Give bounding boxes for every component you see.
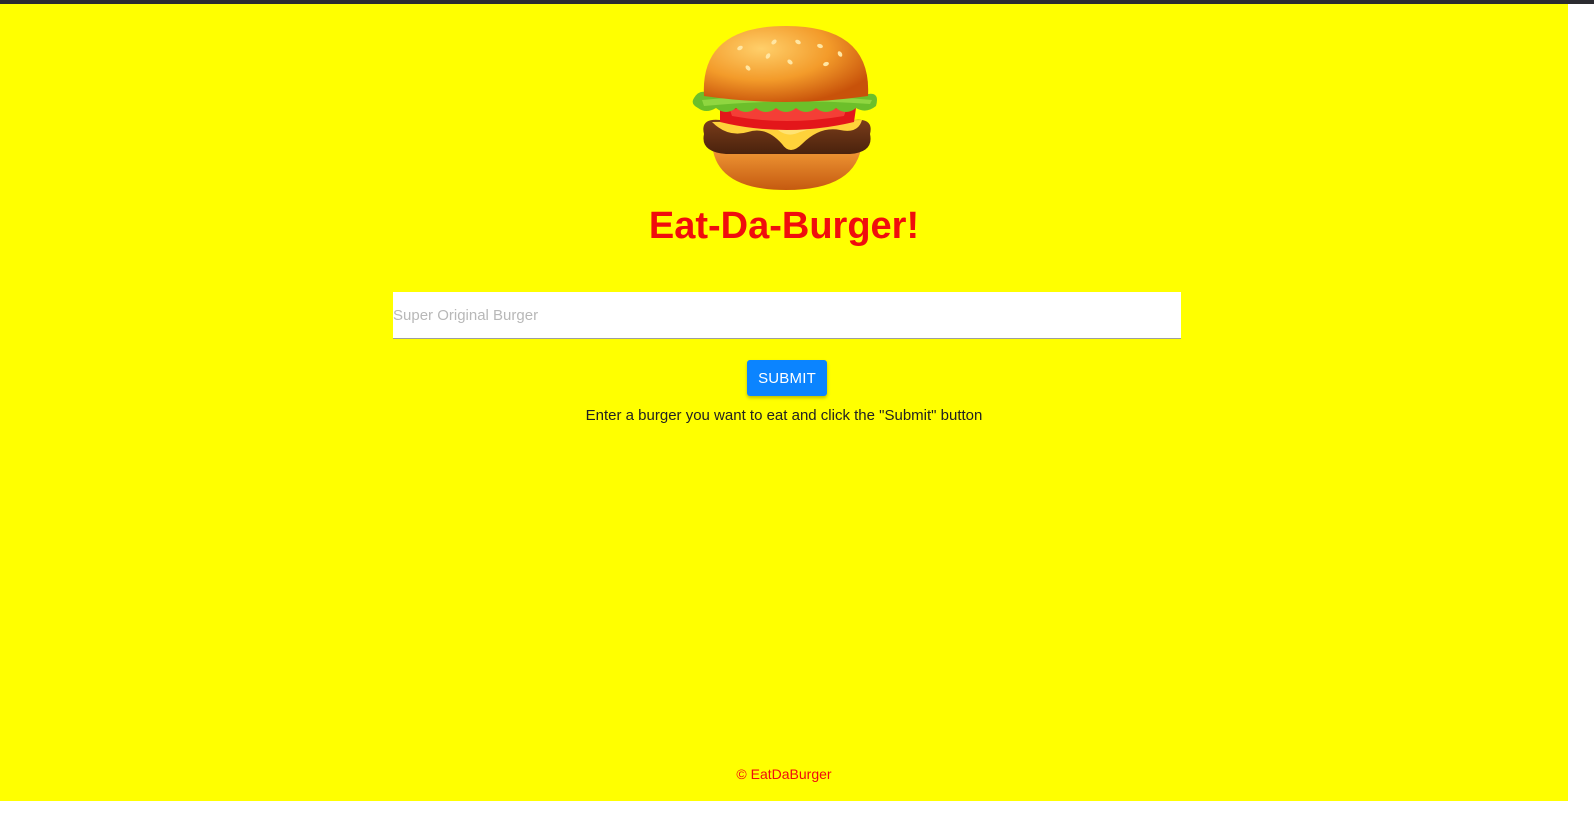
window-right-edge xyxy=(1568,4,1594,815)
page: Eat-Da-Burger! SUBMIT Enter a burger you… xyxy=(0,4,1568,801)
burger-name-input[interactable] xyxy=(393,292,1181,338)
burger-icon xyxy=(692,26,877,190)
page-title: Eat-Da-Burger! xyxy=(648,205,920,247)
footer-copyright: © EatDaBurger xyxy=(736,766,832,782)
window-bottom-edge xyxy=(0,801,1568,815)
burger-input-container xyxy=(393,292,1181,339)
instruction-text: Enter a burger you want to eat and click… xyxy=(585,407,983,424)
submit-button[interactable]: SUBMIT xyxy=(747,360,827,396)
